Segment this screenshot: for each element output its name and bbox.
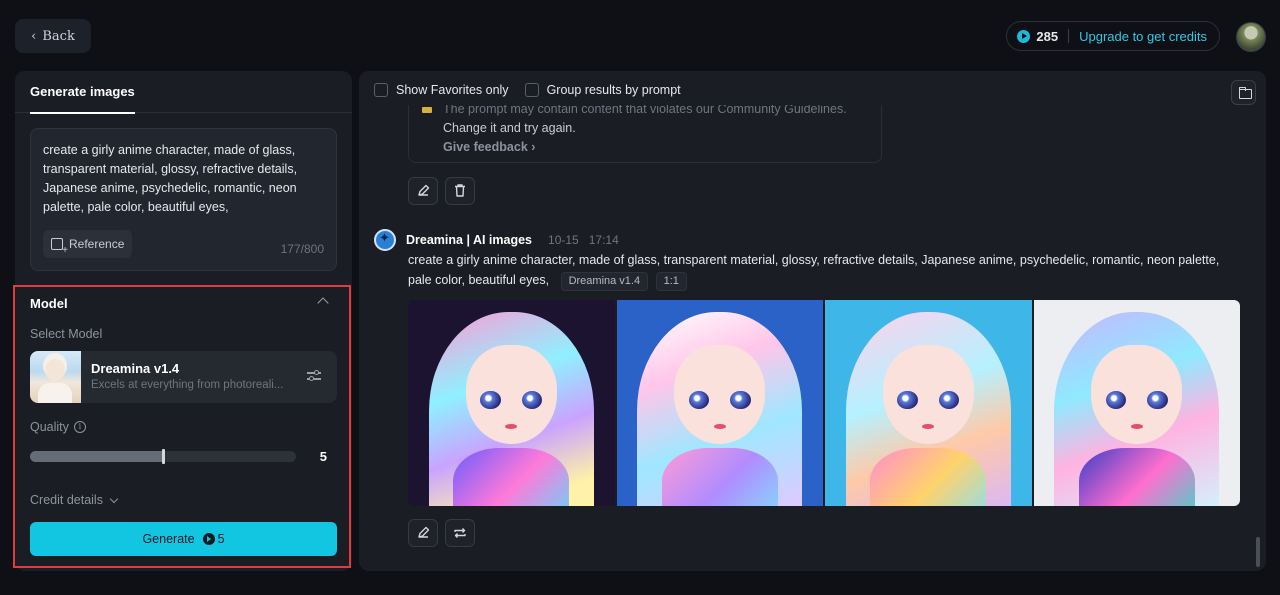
face bbox=[465, 345, 557, 445]
quality-label: Quality i bbox=[30, 420, 86, 434]
back-button[interactable]: ‹ Back bbox=[15, 19, 91, 53]
user-avatar[interactable] bbox=[1236, 22, 1266, 52]
warning-icon bbox=[422, 107, 432, 113]
credit-coin-icon bbox=[1017, 29, 1031, 43]
model-tag: Dreamina v1.4 bbox=[560, 271, 649, 291]
reference-label: Reference bbox=[69, 237, 125, 251]
chevron-up-icon[interactable] bbox=[317, 297, 329, 309]
prompt-input[interactable]: create a girly anime character, made of … bbox=[30, 128, 337, 271]
folder-icon[interactable] bbox=[1231, 80, 1256, 105]
quality-slider-fill bbox=[30, 451, 163, 462]
model-selector[interactable]: Dreamina v1.4 Excels at everything from … bbox=[30, 351, 337, 403]
message-header: Dreamina | AI images 10-15 17:14 bbox=[374, 229, 619, 251]
generate-cost-value: 5 bbox=[217, 532, 225, 546]
generated-image-4[interactable] bbox=[1033, 300, 1240, 506]
group-filter[interactable]: Group results by prompt bbox=[524, 83, 681, 97]
reference-icon bbox=[51, 238, 68, 256]
dreamina-bot-icon bbox=[374, 229, 396, 251]
scrollbar[interactable] bbox=[1256, 537, 1260, 567]
generate-button[interactable]: Generate 5 bbox=[30, 522, 337, 556]
edit-icon bbox=[418, 184, 430, 196]
credit-balance: 285 bbox=[1036, 28, 1059, 44]
results-panel: The prompt may contain content that viol… bbox=[359, 71, 1266, 571]
edit-button[interactable] bbox=[408, 519, 438, 547]
generate-label: Generate bbox=[142, 532, 195, 546]
select-model-label: Select Model bbox=[30, 327, 103, 341]
eye bbox=[730, 390, 751, 410]
mouth bbox=[922, 423, 935, 429]
message-author: Dreamina | AI images bbox=[406, 233, 533, 247]
quality-text: Quality bbox=[30, 420, 69, 434]
give-feedback-label: Give feedback bbox=[443, 140, 528, 154]
ratio-tag: 1:1 bbox=[655, 271, 687, 291]
quality-value: 5 bbox=[319, 449, 327, 464]
back-label: Back bbox=[42, 28, 75, 44]
outfit bbox=[661, 448, 778, 506]
regenerate-icon bbox=[454, 528, 466, 538]
model-name: Dreamina v1.4 bbox=[91, 361, 180, 376]
warning-instruction: Change it and try again. bbox=[443, 121, 576, 135]
outfit bbox=[1078, 448, 1195, 506]
credit-details-toggle[interactable]: Credit details bbox=[30, 493, 119, 507]
edit-button[interactable] bbox=[408, 177, 438, 205]
delete-button[interactable] bbox=[445, 177, 475, 205]
eye bbox=[1147, 390, 1168, 410]
favorites-filter[interactable]: Show Favorites only bbox=[374, 83, 509, 97]
quality-slider[interactable] bbox=[30, 449, 296, 464]
tab-generate-images[interactable]: Generate images bbox=[15, 71, 352, 114]
face bbox=[882, 345, 974, 445]
mouth bbox=[1130, 423, 1143, 429]
favorites-label: Show Favorites only bbox=[396, 83, 509, 97]
model-section: Model Select Model Dreamina v1.4 Excels … bbox=[13, 285, 351, 568]
reference-button[interactable]: Reference bbox=[43, 230, 133, 258]
outfit bbox=[453, 448, 570, 506]
model-thumbnail bbox=[30, 351, 81, 403]
credits-bar[interactable]: 285 Upgrade to get credits bbox=[1006, 21, 1220, 51]
divider bbox=[1068, 29, 1070, 43]
regenerate-button[interactable] bbox=[445, 519, 475, 547]
message-prompt-text: create a girly anime character, made of … bbox=[408, 253, 1220, 287]
model-description: Excels at everything from photoreali... bbox=[91, 379, 284, 391]
warning-card: The prompt may contain content that viol… bbox=[408, 97, 882, 163]
eye bbox=[480, 390, 501, 410]
face bbox=[674, 345, 766, 445]
eye bbox=[897, 390, 918, 410]
group-label: Group results by prompt bbox=[546, 83, 681, 97]
info-icon[interactable]: i bbox=[73, 421, 86, 433]
model-settings-icon[interactable] bbox=[307, 370, 321, 382]
mouth bbox=[505, 423, 518, 429]
image-grid bbox=[408, 300, 1240, 506]
credit-details-label: Credit details bbox=[30, 493, 103, 507]
model-section-title: Model bbox=[30, 296, 68, 311]
chevron-left-icon: ‹ bbox=[31, 28, 37, 44]
generated-image-1[interactable] bbox=[408, 300, 615, 506]
tab-label: Generate images bbox=[30, 71, 135, 114]
filter-bar: Show Favorites only Group results by pro… bbox=[374, 83, 681, 97]
upgrade-link[interactable]: Upgrade to get credits bbox=[1079, 29, 1207, 44]
quality-slider-handle[interactable] bbox=[162, 449, 165, 464]
char-count: 177/800 bbox=[280, 242, 324, 256]
message-prompt: create a girly anime character, made of … bbox=[408, 251, 1238, 291]
mouth bbox=[713, 423, 726, 429]
credit-coin-icon bbox=[202, 533, 215, 545]
generate-cost: 5 bbox=[202, 532, 225, 546]
message-time: 17:14 bbox=[588, 233, 619, 247]
give-feedback-link[interactable]: Give feedback › bbox=[443, 140, 535, 154]
favorites-checkbox[interactable] bbox=[374, 83, 388, 97]
chevron-down-icon bbox=[109, 494, 119, 503]
generated-image-2[interactable] bbox=[616, 300, 823, 506]
message-date: 10-15 bbox=[548, 233, 579, 247]
face bbox=[1091, 345, 1183, 445]
group-checkbox[interactable] bbox=[524, 83, 539, 97]
trash-icon bbox=[455, 184, 465, 197]
edit-icon bbox=[418, 526, 430, 538]
prompt-text[interactable]: create a girly anime character, made of … bbox=[43, 141, 323, 217]
outfit bbox=[870, 448, 987, 506]
generated-image-3[interactable] bbox=[825, 300, 1032, 506]
